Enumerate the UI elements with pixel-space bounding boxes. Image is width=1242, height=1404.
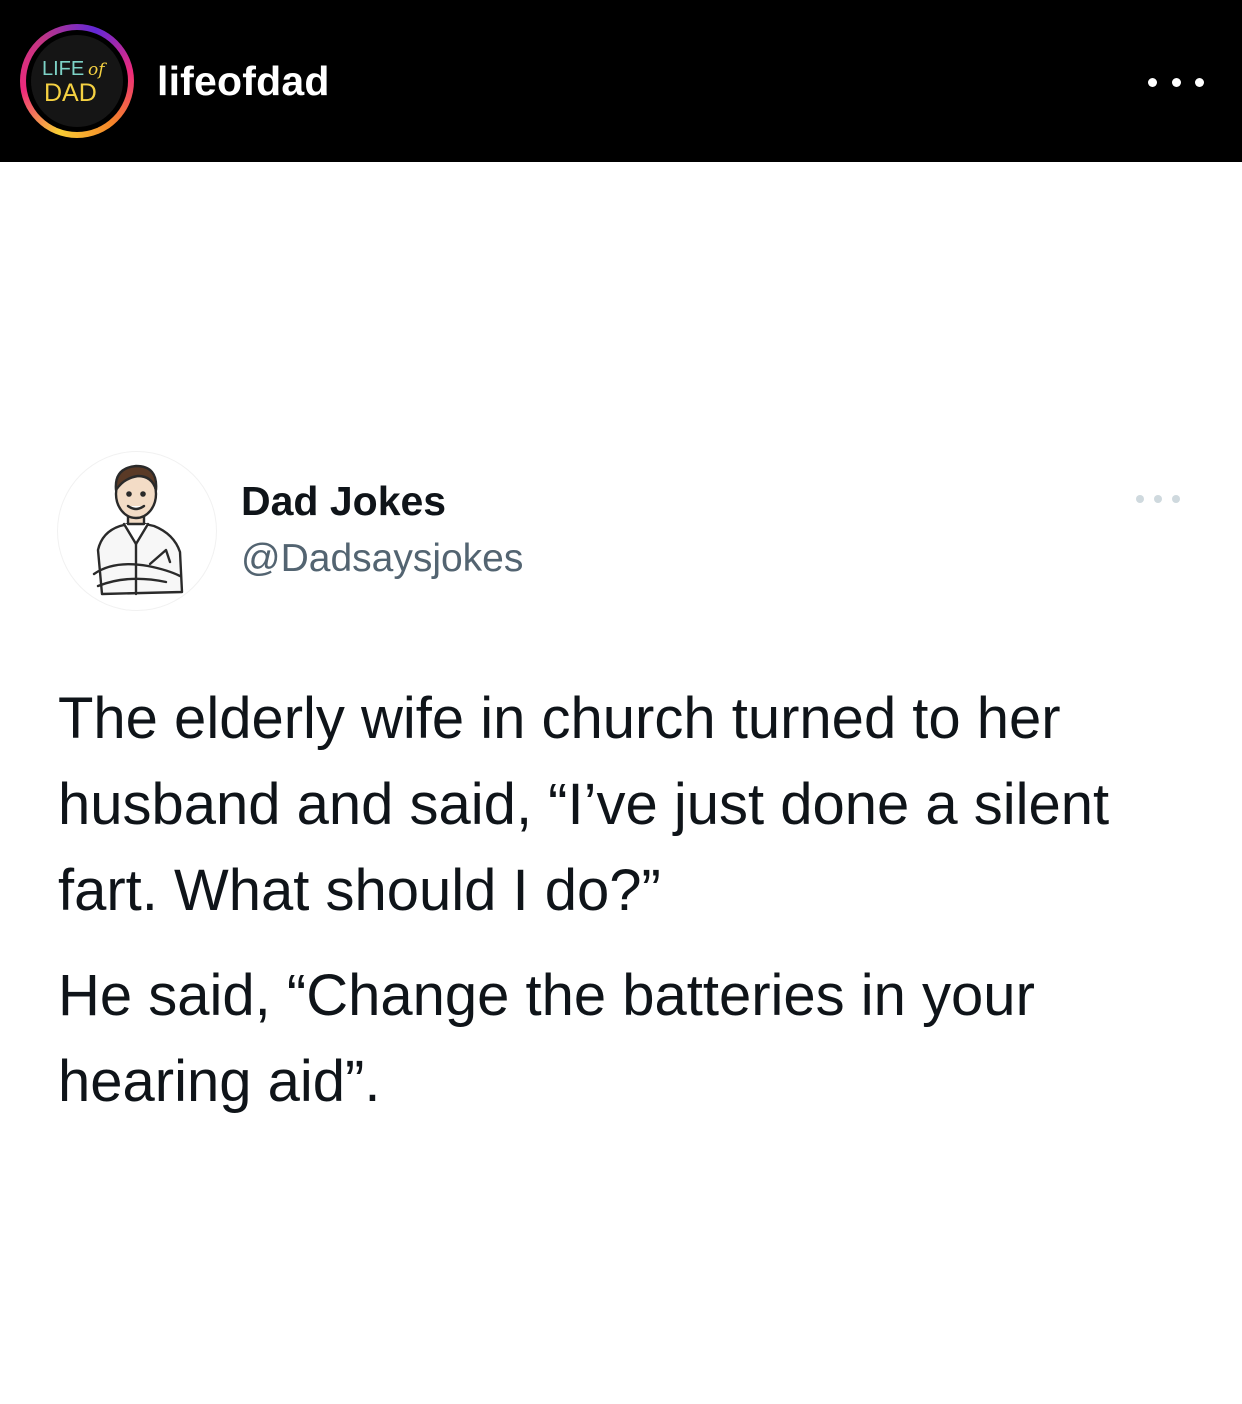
svg-text:of: of [88, 60, 107, 80]
life-of-dad-logo: LIFE of DAD [31, 35, 123, 127]
profile-avatar[interactable]: LIFE of DAD [20, 24, 134, 138]
tweet-text-paragraph: The elderly wife in church turned to her… [58, 686, 1110, 923]
post-username[interactable]: lifeofdad [157, 58, 330, 104]
post-header: LIFE of DAD lifeofdad [0, 0, 1242, 162]
tweet-display-name[interactable]: Dad Jokes [241, 478, 446, 524]
svg-text:DAD: DAD [44, 79, 97, 107]
tweet-author-avatar[interactable] [58, 452, 216, 610]
tweet-more-icon[interactable] [1136, 493, 1180, 505]
tweet-text-paragraph: He said, “Change the batteries in your h… [58, 963, 1035, 1114]
svg-text:LIFE: LIFE [42, 58, 84, 80]
more-options-icon[interactable] [1148, 72, 1204, 92]
cartoon-dad-avatar [92, 464, 184, 596]
tweet-handle[interactable]: @Dadsaysjokes [241, 536, 523, 582]
